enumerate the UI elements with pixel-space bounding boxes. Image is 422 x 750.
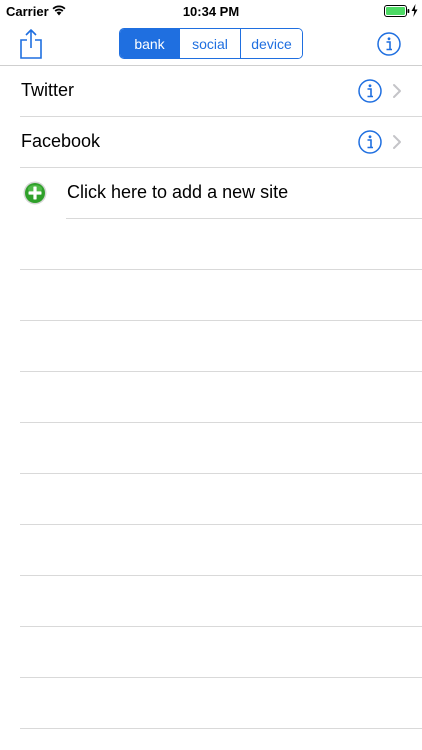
chevron-right-icon [393, 84, 401, 98]
row-separator [20, 626, 422, 627]
segment-device[interactable]: device [241, 29, 302, 58]
site-label: Twitter [21, 80, 75, 100]
chevron-right-icon [393, 135, 401, 149]
info-icon[interactable] [358, 79, 382, 103]
row-separator [20, 269, 422, 270]
navigation-bar: bank social device [0, 22, 422, 66]
add-site-row[interactable]: Click here to add a new site [0, 168, 422, 219]
row-separator [20, 371, 422, 372]
row-separator [20, 728, 422, 729]
segment-social[interactable]: social [180, 29, 241, 58]
app-screen: Carrier 10:34 PM bank social device Twit… [0, 0, 422, 750]
row-separator [20, 473, 422, 474]
charging-bolt-icon [411, 4, 418, 17]
row-separator [20, 422, 422, 423]
list-item[interactable]: Facebook [0, 117, 422, 168]
category-segmented-control: bank social device [119, 28, 303, 59]
status-time: 10:34 PM [182, 4, 240, 19]
row-separator [20, 524, 422, 525]
status-bar: Carrier 10:34 PM [0, 0, 422, 22]
segment-bank[interactable]: bank [120, 29, 180, 58]
list-item[interactable]: Twitter [0, 66, 422, 117]
info-icon[interactable] [358, 130, 382, 154]
row-separator [20, 575, 422, 576]
add-site-label: Click here to add a new site [67, 182, 289, 202]
add-circle-icon[interactable] [23, 181, 47, 205]
site-label: Facebook [21, 131, 101, 151]
row-separator [20, 677, 422, 678]
share-icon[interactable] [19, 28, 43, 60]
row-separator [20, 320, 422, 321]
battery-full-icon [384, 5, 410, 17]
info-icon[interactable] [377, 32, 401, 56]
row-separator [66, 218, 422, 219]
